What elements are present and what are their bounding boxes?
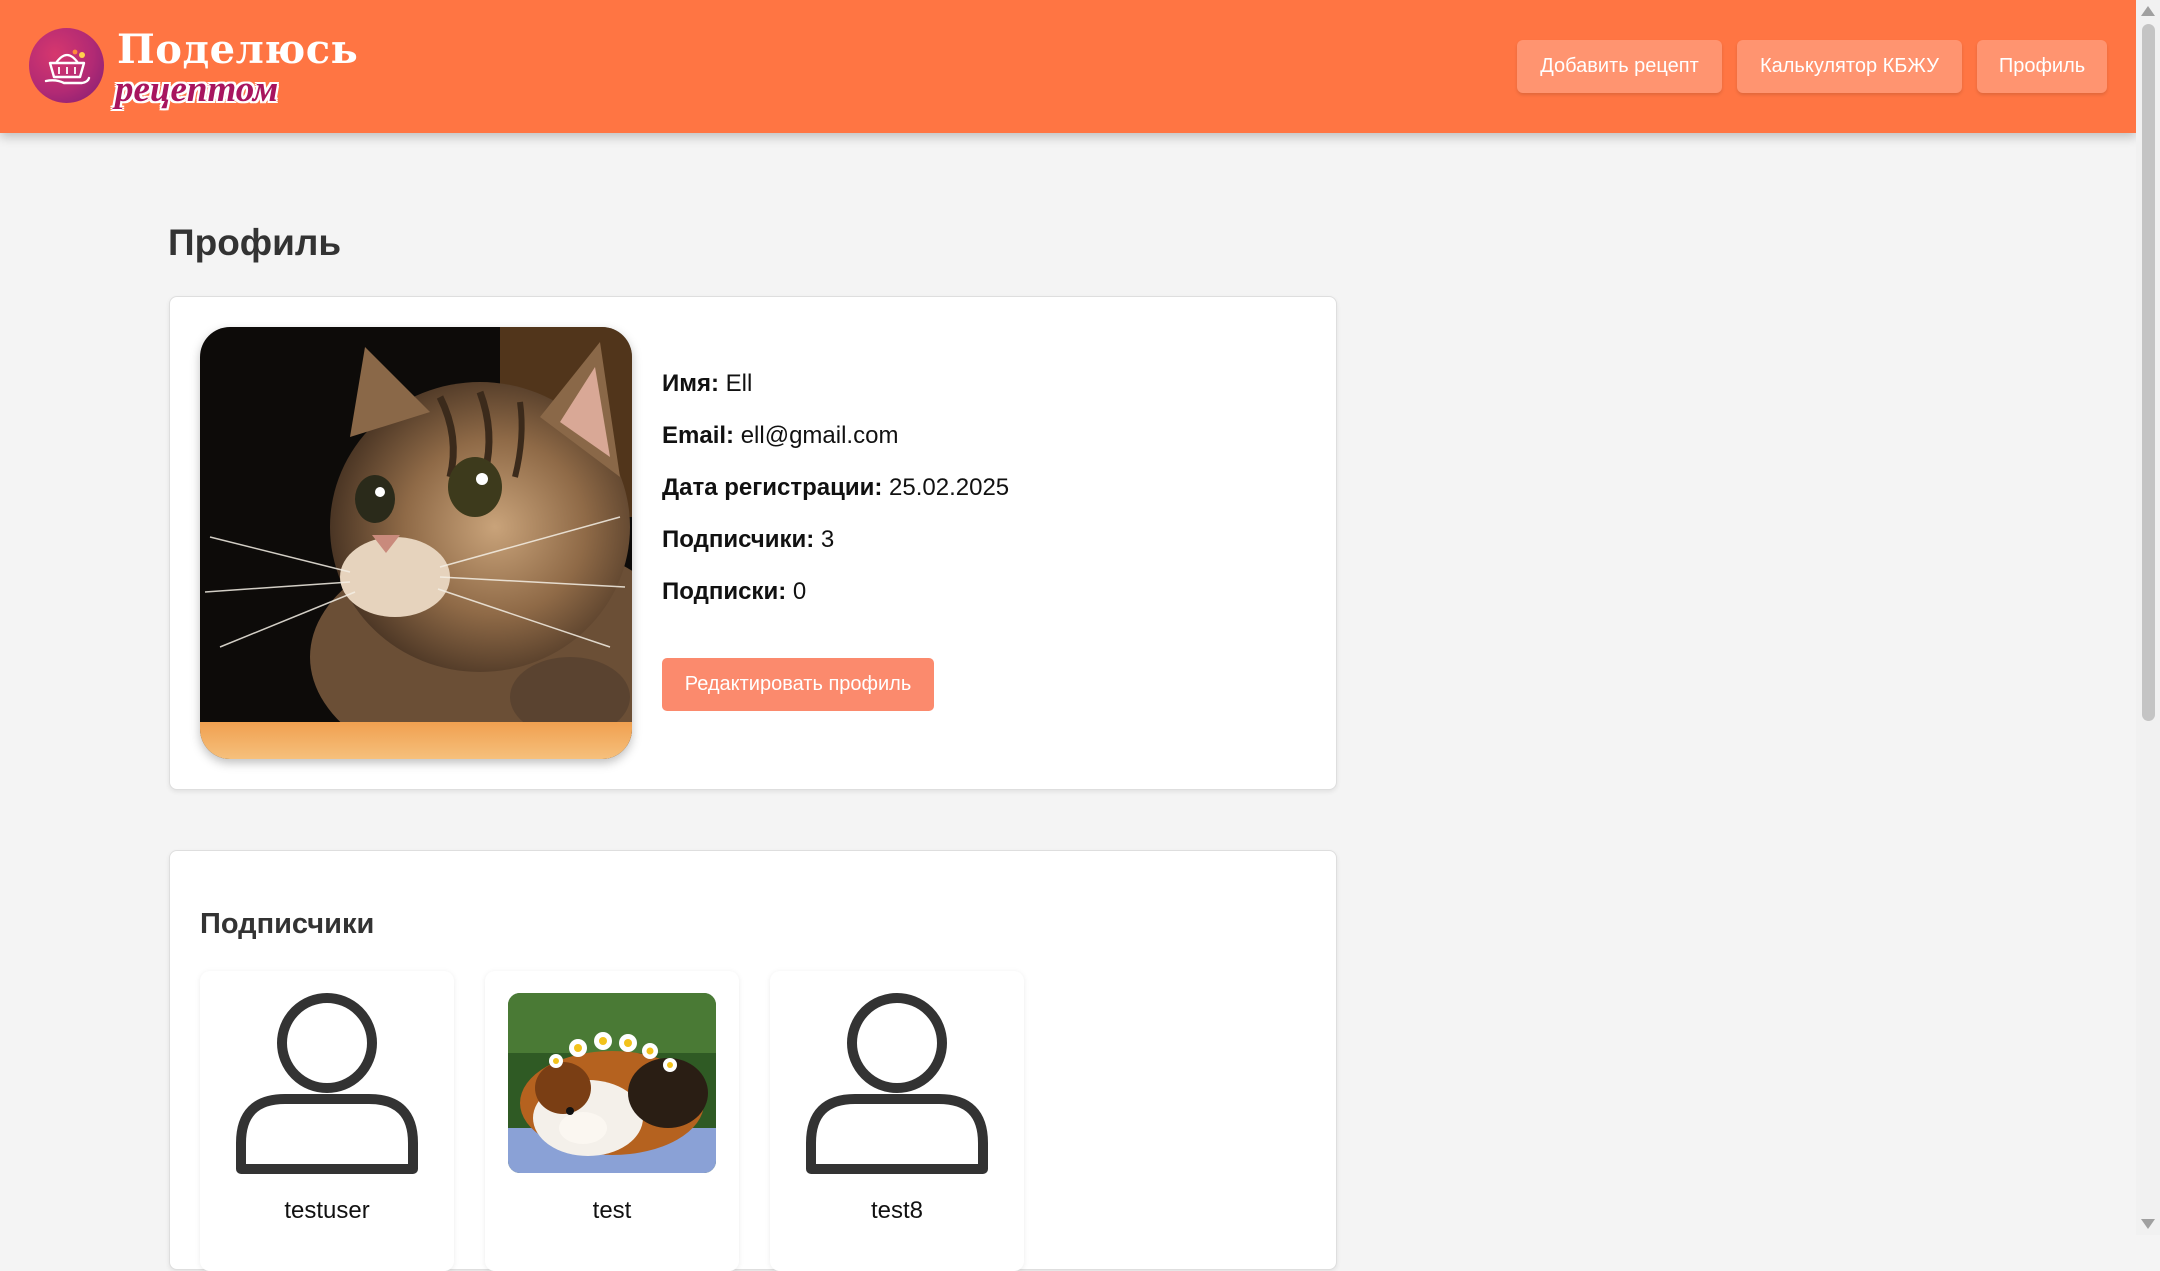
scroll-down-arrow-icon[interactable] <box>2141 1219 2155 1229</box>
edit-profile-button[interactable]: Редактировать профиль <box>662 658 934 711</box>
page-title: Профиль <box>168 222 342 263</box>
logo-subtitle: рецептом <box>115 69 279 110</box>
follower-card[interactable]: test8 <box>770 971 1024 1271</box>
follower-card[interactable]: test <box>485 971 739 1271</box>
email-label: Email: <box>662 422 735 449</box>
profile-following-row: Подписки: 0 <box>662 578 806 606</box>
follower-name: test8 <box>870 1197 924 1224</box>
followers-count: 3 <box>820 526 835 553</box>
recipe-basket-icon <box>29 28 104 103</box>
profile-name-row: Имя: Ell <box>662 370 752 398</box>
nav-calculator-button[interactable]: Калькулятор КБЖУ <box>1737 40 1962 93</box>
site-header: Поделюсь рецептом Добавить рецепт Кальку… <box>0 0 2136 133</box>
cat-photo-icon <box>200 327 632 759</box>
user-icon <box>232 993 422 1177</box>
page-scrollbar[interactable] <box>2136 0 2160 1235</box>
followers-section-title: Подписчики <box>200 908 375 940</box>
followers-card: Подписчики testuser test test8 <box>169 850 1337 1271</box>
guinea-pig-photo-icon <box>508 993 716 1173</box>
user-icon <box>802 993 992 1177</box>
follower-card[interactable]: testuser <box>200 971 454 1271</box>
profile-card: Имя: Ell Email: ell@gmail.com Дата регис… <box>169 296 1337 790</box>
email-value: ell@gmail.com <box>740 422 899 449</box>
name-value: Ell <box>725 370 753 397</box>
registration-value: 25.02.2025 <box>889 474 1010 501</box>
profile-email-row: Email: ell@gmail.com <box>662 422 898 450</box>
following-count: 0 <box>792 578 807 605</box>
followers-label: Подписчики: <box>662 526 815 553</box>
name-label: Имя: <box>662 370 719 397</box>
nav-add-recipe-button[interactable]: Добавить рецепт <box>1517 40 1722 93</box>
follower-name: test <box>592 1197 632 1224</box>
nav-profile-button[interactable]: Профиль <box>1977 40 2107 93</box>
site-logo[interactable]: Поделюсь рецептом <box>29 26 358 110</box>
scroll-thumb[interactable] <box>2142 24 2155 721</box>
follower-name: testuser <box>284 1197 370 1224</box>
registration-label: Дата регистрации: <box>662 474 883 501</box>
profile-registration-row: Дата регистрации: 25.02.2025 <box>662 474 1009 502</box>
following-label: Подписки: <box>662 578 787 605</box>
profile-avatar <box>200 327 632 759</box>
logo-title: Поделюсь <box>117 26 359 73</box>
scroll-up-arrow-icon[interactable] <box>2141 6 2155 16</box>
profile-followers-row: Подписчики: 3 <box>662 526 834 554</box>
